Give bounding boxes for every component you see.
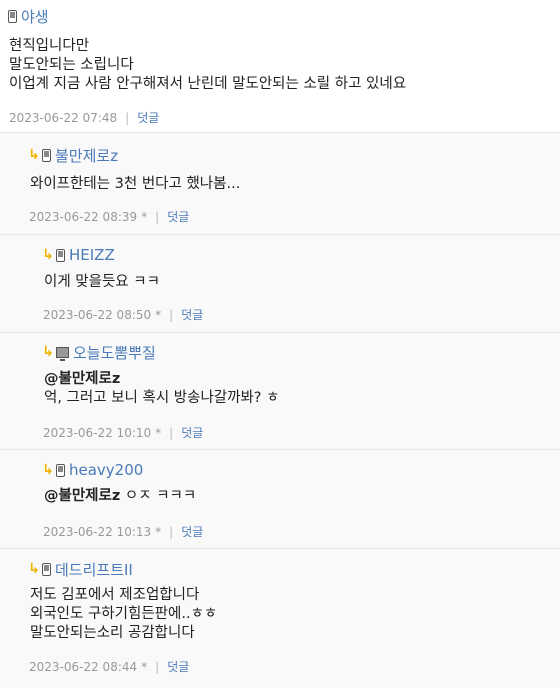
comment-line: @불만제로z ㅇㅈ ㅋㅋㅋ	[44, 487, 196, 506]
reply-button[interactable]: 덧글	[181, 306, 203, 323]
author-nick[interactable]: 데드리프트II	[55, 559, 133, 580]
star-mark: *	[155, 425, 162, 440]
reply-button[interactable]: 덧글	[167, 208, 189, 225]
phone-icon	[42, 562, 51, 576]
comment-body: 와이프한테는 3천 번다고 했나봄...	[30, 175, 240, 194]
timestamp: 2023-06-22 08:44	[29, 659, 138, 674]
comment-meta: 2023-06-22 10:13 * | 덧글	[43, 523, 203, 540]
meta-separator: |	[169, 524, 174, 539]
phone-icon	[42, 148, 51, 162]
reply-arrow-icon: ↳	[42, 462, 54, 478]
comment: 야생 현직입니다만 말도안되는 소립니다 이업계 지금 사람 안구해져서 난린데…	[0, 0, 560, 133]
timestamp: 2023-06-22 08:39	[29, 209, 138, 224]
comment-thread: 야생 현직입니다만 말도안되는 소립니다 이업계 지금 사람 안구해져서 난린데…	[0, 0, 560, 688]
comment-header: ↳ HEIZZ	[42, 245, 115, 265]
comment-header: ↳ heavy200	[42, 460, 143, 480]
comment-line: 와이프한테는 3천 번다고 했나봄...	[30, 176, 241, 192]
comment-header: ↳ 데드리프트II	[28, 559, 133, 579]
reply-button[interactable]: 덧글	[137, 109, 159, 126]
author-nick[interactable]: heavy200	[69, 461, 143, 479]
pc-icon	[56, 346, 69, 361]
author-nick[interactable]: 오늘도뽐뿌질	[73, 342, 156, 363]
comment-meta: 2023-06-22 08:50 * | 덧글	[43, 306, 203, 323]
author-nick[interactable]: 불만제로z	[55, 145, 118, 166]
comment: ↳ 불만제로z 와이프한테는 3천 번다고 했나봄... 2023-06-22 …	[0, 133, 560, 235]
comment-body: 현직입니다만 말도안되는 소립니다 이업계 지금 사람 안구해져서 난린데 말도…	[9, 37, 406, 94]
phone-icon	[8, 9, 17, 23]
comment-meta: 2023-06-22 10:10 * | 덧글	[43, 424, 203, 441]
mention[interactable]: @불만제로z	[44, 488, 120, 504]
comment-meta: 2023-06-22 08:44 * | 덧글	[29, 658, 189, 675]
meta-separator: |	[155, 209, 160, 224]
comment-body: @불만제로z ㅇㅈ ㅋㅋㅋ	[44, 487, 196, 506]
comment-header: ↳ 불만제로z	[28, 145, 118, 165]
meta-separator: |	[169, 425, 174, 440]
timestamp: 2023-06-22 07:48	[9, 110, 118, 125]
meta-separator: |	[155, 659, 160, 674]
timestamp: 2023-06-22 10:10	[43, 425, 152, 440]
author-nick[interactable]: HEIZZ	[69, 246, 115, 264]
reply-button[interactable]: 덧글	[167, 658, 189, 675]
comment-line: 말도안되는소리 공감합니다	[30, 625, 195, 641]
comment-meta: 2023-06-22 07:48 | 덧글	[9, 109, 159, 126]
comment-line: 이게 맞을듯요 ㅋㅋ	[44, 274, 160, 290]
timestamp: 2023-06-22 08:50	[43, 307, 152, 322]
comment-header: 야생	[8, 6, 49, 26]
star-mark: *	[141, 209, 148, 224]
reply-arrow-icon: ↳	[28, 561, 40, 577]
timestamp: 2023-06-22 10:13	[43, 524, 152, 539]
author-nick[interactable]: 야생	[21, 6, 49, 27]
comment-meta: 2023-06-22 08:39 * | 덧글	[29, 208, 189, 225]
star-mark: *	[155, 524, 162, 539]
comment: ↳ 오늘도뽐뿌질 @불만제로z 억, 그러고 보니 혹시 방송나갈까봐? ㅎ 2…	[0, 333, 560, 450]
comment-line: 외국인도 구하기힘든판에..ㅎㅎ	[30, 606, 218, 622]
reply-arrow-icon: ↳	[28, 147, 40, 163]
comment: ↳ HEIZZ 이게 맞을듯요 ㅋㅋ 2023-06-22 08:50 * | …	[0, 235, 560, 333]
reply-button[interactable]: 덧글	[181, 424, 203, 441]
star-mark: *	[155, 307, 162, 322]
comment-body: @불만제로z 억, 그러고 보니 혹시 방송나갈까봐? ㅎ	[44, 370, 279, 408]
comment-body: 이게 맞을듯요 ㅋㅋ	[44, 273, 160, 292]
comment-body: 저도 김포에서 제조업합니다 외국인도 구하기힘든판에..ㅎㅎ 말도안되는소리 …	[30, 586, 217, 643]
comment-line: 말도안되는 소립니다	[9, 57, 134, 73]
reply-arrow-icon: ↳	[42, 247, 54, 263]
phone-icon	[56, 248, 65, 262]
comment: ↳ heavy200 @불만제로z ㅇㅈ ㅋㅋㅋ 2023-06-22 10:1…	[0, 450, 560, 549]
comment-text: ㅇㅈ ㅋㅋㅋ	[120, 488, 197, 504]
comment-line: 억, 그러고 보니 혹시 방송나갈까봐? ㅎ	[44, 390, 280, 406]
meta-separator: |	[169, 307, 174, 322]
reply-button[interactable]: 덧글	[181, 523, 203, 540]
mention[interactable]: @불만제로z	[44, 370, 279, 389]
comment-header: ↳ 오늘도뽐뿌질	[42, 342, 156, 362]
comment-line: 이업계 지금 사람 안구해져서 난린데 말도안되는 소릴 하고 있네요	[9, 76, 407, 92]
comment-line: 저도 김포에서 제조업합니다	[30, 587, 200, 603]
reply-arrow-icon: ↳	[42, 344, 54, 360]
comment: ↳ 데드리프트II 저도 김포에서 제조업합니다 외국인도 구하기힘든판에..ㅎ…	[0, 549, 560, 688]
comment-line: 현직입니다만	[9, 38, 90, 54]
phone-icon	[56, 463, 65, 477]
meta-separator: |	[125, 110, 130, 125]
star-mark: *	[141, 659, 148, 674]
